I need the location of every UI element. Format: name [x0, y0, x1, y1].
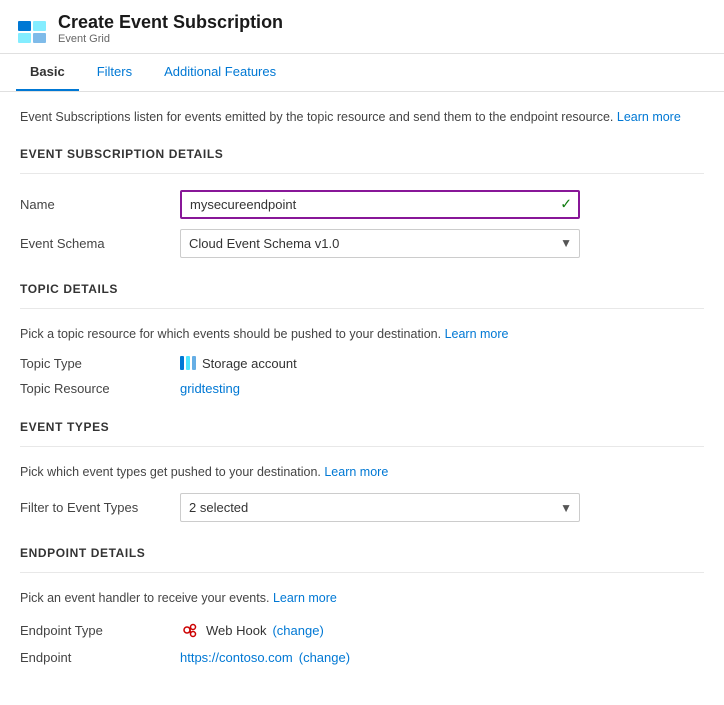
topic-resource-value: gridtesting [180, 381, 580, 396]
endpoint-row: Endpoint https://contoso.com (change) [20, 650, 704, 665]
endpoint-label: Endpoint [20, 650, 180, 665]
event-grid-icon [16, 13, 48, 45]
event-schema-select-wrapper: Cloud Event Schema v1.0 ▼ [180, 229, 580, 258]
divider-1 [20, 173, 704, 174]
filter-event-types-label: Filter to Event Types [20, 500, 180, 515]
topic-details-desc: Pick a topic resource for which events s… [20, 325, 704, 344]
event-schema-row: Event Schema Cloud Event Schema v1.0 ▼ [20, 229, 704, 258]
tab-basic[interactable]: Basic [16, 54, 79, 91]
event-schema-label: Event Schema [20, 236, 180, 251]
endpoint-value: https://contoso.com (change) [180, 650, 580, 665]
divider-2 [20, 308, 704, 309]
name-label: Name [20, 197, 180, 212]
storage-account-icon [180, 356, 196, 370]
divider-3 [20, 446, 704, 447]
endpoint-type-value: Web Hook (change) [180, 620, 580, 640]
tab-additional-features[interactable]: Additional Features [150, 54, 290, 91]
name-input-wrapper: ✓ [180, 190, 580, 219]
divider-4 [20, 572, 704, 573]
topic-details-title: TOPIC DETAILS [20, 282, 704, 296]
main-content: Event Subscriptions listen for events em… [0, 92, 724, 705]
endpoint-inline: https://contoso.com (change) [180, 650, 580, 665]
endpoint-type-row: Endpoint Type Web Hook (change [20, 620, 704, 640]
topic-type-value: Storage account [180, 356, 580, 371]
topic-type-text: Storage account [202, 356, 297, 371]
intro-text: Event Subscriptions listen for events em… [20, 108, 704, 127]
event-types-title: EVENT TYPES [20, 420, 704, 434]
endpoint-type-text: Web Hook [206, 623, 266, 638]
filter-event-types-control: 2 selected ▼ [180, 493, 580, 522]
topic-type-row: Topic Type Storage account [20, 356, 704, 371]
page-subtitle: Event Grid [58, 33, 283, 45]
event-subscription-details-section: EVENT SUBSCRIPTION DETAILS Name ✓ Event … [20, 147, 704, 258]
intro-learn-more-link[interactable]: Learn more [617, 110, 681, 124]
endpoint-type-label: Endpoint Type [20, 623, 180, 638]
event-types-section: EVENT TYPES Pick which event types get p… [20, 420, 704, 523]
topic-learn-more-link[interactable]: Learn more [445, 327, 509, 341]
event-types-learn-more-link[interactable]: Learn more [324, 465, 388, 479]
endpoint-details-section: ENDPOINT DETAILS Pick an event handler t… [20, 546, 704, 665]
topic-resource-link[interactable]: gridtesting [180, 381, 240, 396]
webhook-icon [180, 620, 200, 640]
filter-event-types-row: Filter to Event Types 2 selected ▼ [20, 493, 704, 522]
endpoint-url-link[interactable]: https://contoso.com [180, 650, 293, 665]
tab-bar: Basic Filters Additional Features [0, 54, 724, 92]
endpoint-change-link[interactable]: (change) [299, 650, 350, 665]
endpoint-type-change-link[interactable]: (change) [272, 623, 323, 638]
tab-filters[interactable]: Filters [83, 54, 146, 91]
topic-type-label: Topic Type [20, 356, 180, 371]
endpoint-type-inline: Web Hook (change) [180, 620, 580, 640]
page-title: Create Event Subscription [58, 12, 283, 33]
filter-event-types-select-wrapper: 2 selected ▼ [180, 493, 580, 522]
event-schema-select[interactable]: Cloud Event Schema v1.0 [180, 229, 580, 258]
name-check-icon: ✓ [560, 196, 572, 213]
endpoint-details-desc: Pick an event handler to receive your ev… [20, 589, 704, 608]
endpoint-learn-more-link[interactable]: Learn more [273, 591, 337, 605]
event-subscription-details-title: EVENT SUBSCRIPTION DETAILS [20, 147, 704, 161]
page-header: Create Event Subscription Event Grid [0, 0, 724, 54]
topic-type-inline: Storage account [180, 356, 580, 371]
name-input[interactable] [180, 190, 580, 219]
topic-resource-label: Topic Resource [20, 381, 180, 396]
event-types-desc: Pick which event types get pushed to you… [20, 463, 704, 482]
filter-event-types-select[interactable]: 2 selected [180, 493, 580, 522]
topic-resource-row: Topic Resource gridtesting [20, 381, 704, 396]
name-field-wrapper: ✓ [180, 190, 580, 219]
event-schema-control: Cloud Event Schema v1.0 ▼ [180, 229, 580, 258]
name-row: Name ✓ [20, 190, 704, 219]
endpoint-details-title: ENDPOINT DETAILS [20, 546, 704, 560]
topic-details-section: TOPIC DETAILS Pick a topic resource for … [20, 282, 704, 396]
header-text-block: Create Event Subscription Event Grid [58, 12, 283, 45]
